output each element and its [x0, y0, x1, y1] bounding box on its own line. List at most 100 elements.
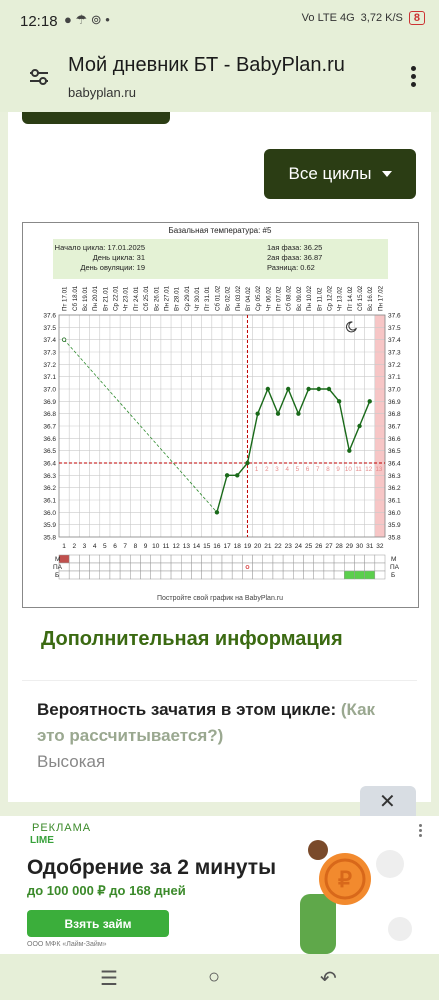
- cycle-cell: [293, 570, 304, 580]
- recent-apps-icon[interactable]: ☰: [100, 966, 118, 991]
- day-number: 12: [173, 543, 181, 550]
- date-label: Пн 10.02: [306, 285, 313, 311]
- day-number: 14: [193, 543, 201, 550]
- y-tick-label-right: 35.9: [388, 522, 401, 529]
- ad-brand-logo: LIME: [30, 835, 54, 846]
- cycle-cell: [140, 554, 151, 564]
- cycle-cell: [282, 554, 294, 564]
- cycle-cell: [150, 562, 162, 572]
- cycle-cell: [323, 570, 335, 580]
- cycle-cell: [170, 570, 182, 580]
- site-settings-icon[interactable]: [28, 66, 50, 88]
- conception-value: Высокая: [37, 752, 106, 771]
- cycle-cell: [221, 562, 233, 572]
- cycle-cell: [272, 562, 284, 572]
- cycle-cell: [79, 562, 90, 572]
- cycle-cell: [160, 562, 172, 572]
- page-domain[interactable]: babyplan.ru: [68, 85, 136, 100]
- day-number: 19: [244, 543, 252, 550]
- day-number: 24: [295, 543, 303, 550]
- chevron-down-icon: [381, 171, 392, 177]
- cycle-cell: [79, 554, 90, 564]
- date-label: Сб 15.02: [357, 285, 364, 311]
- date-label: Вт 21.01: [102, 286, 109, 311]
- date-label: Пн 17.02: [377, 285, 384, 311]
- ad-cta-button[interactable]: Взять займ: [27, 910, 169, 937]
- y-tick-label: 36.5: [43, 448, 56, 455]
- chart-footer[interactable]: Постройте свой график на BabyPlan.ru: [157, 594, 283, 602]
- date-label: Пт 17.01: [62, 286, 69, 311]
- cycle-cell: [242, 554, 253, 564]
- temperature-point: [336, 399, 342, 404]
- y-tick-label: 35.8: [43, 535, 56, 542]
- cycle-cell: [252, 570, 263, 580]
- cycle-cell: [191, 554, 202, 564]
- all-cycles-dropdown[interactable]: Все циклы: [264, 149, 416, 199]
- y-tick-label-right: 37.3: [388, 350, 401, 357]
- day-number: 9: [144, 543, 148, 550]
- status-right: Vo LTE 4G 3,72 K/S 8: [302, 11, 425, 25]
- cycle-cell: [333, 554, 345, 564]
- day-number: 25: [305, 543, 313, 550]
- cycle-cell: [140, 570, 151, 580]
- date-label: Вт 04.02: [245, 286, 252, 311]
- cycle-cell: [58, 570, 70, 580]
- row-label-b-right: Б: [391, 572, 395, 579]
- cycle-cell: [201, 570, 213, 580]
- previous-button-edge[interactable]: [22, 112, 170, 124]
- cycle-cell: [89, 554, 100, 564]
- date-label: Ср 29.01: [184, 285, 191, 311]
- date-label: Чт 23.01: [123, 286, 130, 311]
- date-label: Ср 05.02: [255, 285, 262, 311]
- y-tick-label: 36.8: [43, 411, 56, 418]
- day-number: 23: [285, 543, 293, 550]
- day-number: 17: [223, 543, 231, 550]
- cycle-cell: [313, 570, 325, 580]
- day-number: 11: [163, 543, 170, 550]
- post-ovulation-label: 1: [255, 466, 259, 473]
- menu-icon[interactable]: [411, 66, 417, 90]
- day-number: 2: [72, 543, 76, 550]
- notification-icons: ● ☂ ⊚ •: [64, 12, 110, 27]
- cycle-cell: [68, 554, 80, 564]
- cycle-cell: [323, 554, 335, 564]
- cycle-cell: [354, 554, 365, 564]
- ad-subtitle: до 100 000 ₽ до 168 дней: [27, 883, 186, 898]
- date-label: Сб 25.01: [143, 285, 150, 311]
- cycle-cell: [130, 562, 141, 572]
- row-label-pa-right: ПА: [390, 564, 400, 571]
- y-tick-label: 36.4: [43, 461, 56, 468]
- day-number: 29: [346, 543, 354, 550]
- date-label: Чт 06.02: [265, 286, 272, 311]
- date-label: Вс 19.01: [82, 286, 89, 311]
- day-number: 20: [254, 543, 262, 550]
- cycle-cell: [252, 554, 263, 564]
- cycle-cell: [58, 554, 70, 564]
- cycle-cell: [282, 570, 294, 580]
- cycle-cell: [191, 562, 202, 572]
- page-title[interactable]: Мой дневник БТ - BabyPlan.ru: [68, 54, 345, 77]
- home-icon[interactable]: ○: [208, 966, 220, 989]
- cycle-cell: [354, 562, 365, 572]
- ovulation-day: День овуляции: 19: [80, 263, 145, 272]
- moon-icon: [345, 321, 357, 333]
- ad-headline: Одобрение за 2 минуты: [27, 856, 277, 879]
- cycle-cell: [109, 562, 121, 572]
- back-icon[interactable]: ↶: [320, 966, 337, 991]
- cycle-cell: [181, 570, 192, 580]
- cycle-cell: [344, 570, 355, 580]
- bbt-chart: Базальная температура: #5 Начало цикла: …: [22, 222, 419, 608]
- conception-label: Вероятность зачатия в этом цикле: (Как э…: [37, 697, 407, 749]
- ad-banner[interactable]: РЕКЛАМА LIME Одобрение за 2 минуты до 10…: [0, 816, 439, 954]
- battery-icon: 8: [408, 11, 425, 25]
- y-tick-label: 35.9: [43, 522, 56, 529]
- date-label: Вс 16.02: [367, 286, 374, 311]
- cycle-cell: [374, 554, 386, 564]
- cycle-cell: [231, 554, 243, 564]
- cycle-cell: [303, 570, 314, 580]
- y-tick-label: 36.6: [43, 436, 56, 443]
- post-ovulation-label: 4: [285, 466, 289, 473]
- cycle-cell: [242, 562, 253, 572]
- post-ovulation-label: 11: [355, 466, 362, 473]
- close-ad-button[interactable]: ✕: [360, 786, 416, 816]
